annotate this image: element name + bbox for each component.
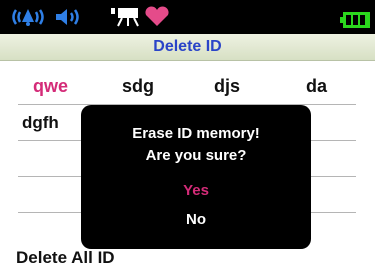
list-item[interactable]: dgfh [22, 113, 59, 133]
confirm-dialog: Erase ID memory! Are you sure? Yes No [81, 105, 311, 249]
projector-icon [111, 8, 139, 27]
heart-icon [145, 6, 169, 26]
dialog-message-line2: Are you sure? [145, 147, 247, 164]
id-list-row: qwe sdg djs da [0, 68, 375, 104]
list-item[interactable]: qwe [33, 68, 68, 104]
status-bar [0, 0, 375, 34]
list-item[interactable]: sdg [122, 68, 154, 104]
yes-button[interactable]: Yes [81, 182, 311, 199]
no-button[interactable]: No [81, 211, 311, 228]
dialog-message-line1: Erase ID memory! [132, 125, 260, 142]
list-item[interactable]: djs [214, 68, 240, 104]
page-title: Delete ID [0, 34, 375, 61]
list-item[interactable]: da [306, 68, 327, 104]
delete-all-button[interactable]: Delete All ID [16, 248, 115, 268]
battery-icon [340, 12, 370, 28]
signal-alert-icon [12, 9, 44, 26]
speaker-icon [56, 9, 79, 25]
